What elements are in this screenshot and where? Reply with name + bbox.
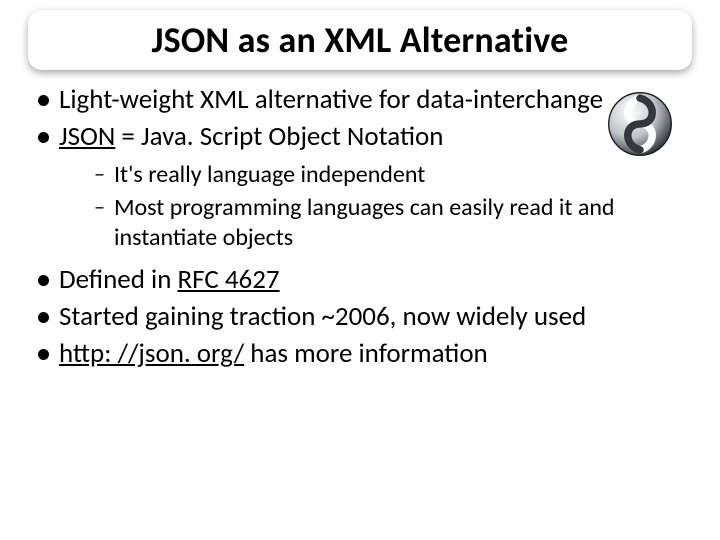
bullet-dot-icon bbox=[38, 95, 49, 106]
dash-icon: – bbox=[94, 193, 112, 221]
bullet-dot-icon bbox=[38, 132, 49, 143]
bullet-5: http: //json. org/ has more information bbox=[38, 338, 682, 371]
bullet-2-text: JSON = Java. Script Object Notation bbox=[59, 121, 682, 154]
title-container: JSON as an XML Alternative bbox=[28, 10, 692, 70]
bullet-4-text: Started gaining traction ~2006, now wide… bbox=[59, 301, 682, 334]
bullet-dot-icon bbox=[38, 312, 49, 323]
slide-title: JSON as an XML Alternative bbox=[151, 18, 568, 62]
dash-icon: – bbox=[94, 160, 112, 188]
bullet-3-text: Defined in RFC 4627 bbox=[59, 264, 682, 297]
bullet-5-underline: http: //json. org/ bbox=[59, 337, 244, 370]
bullet-5-text: http: //json. org/ has more information bbox=[59, 338, 682, 371]
sub-bullet-2: – Most programming languages can easily … bbox=[94, 193, 682, 254]
bullet-5-rest: has more information bbox=[244, 337, 488, 370]
bullet-3-pre: Defined in bbox=[59, 263, 178, 296]
bullet-dot-icon bbox=[38, 275, 49, 286]
bullet-1: Light-weight XML alternative for data-in… bbox=[38, 84, 682, 117]
content-area: Light-weight XML alternative for data-in… bbox=[38, 84, 682, 375]
sub-bullet-1: – It's really language independent bbox=[94, 160, 682, 191]
bullet-dot-icon bbox=[38, 349, 49, 360]
sub-1-text: It's really language independent bbox=[114, 160, 682, 191]
sub-2-text: Most programming languages can easily re… bbox=[114, 193, 682, 254]
bullet-3-underline: RFC 4627 bbox=[178, 263, 280, 296]
bullet-4: Started gaining traction ~2006, now wide… bbox=[38, 301, 682, 334]
bullet-2: JSON = Java. Script Object Notation bbox=[38, 121, 682, 154]
bullet-2-rest: = Java. Script Object Notation bbox=[115, 120, 443, 153]
bullet-3: Defined in RFC 4627 bbox=[38, 264, 682, 297]
bullet-2-underline: JSON bbox=[59, 120, 115, 153]
sub-list: – It's really language independent – Mos… bbox=[94, 160, 682, 254]
slide: JSON as an XML Alternative Light-weight … bbox=[0, 0, 720, 540]
bullet-1-text: Light-weight XML alternative for data-in… bbox=[59, 84, 682, 117]
